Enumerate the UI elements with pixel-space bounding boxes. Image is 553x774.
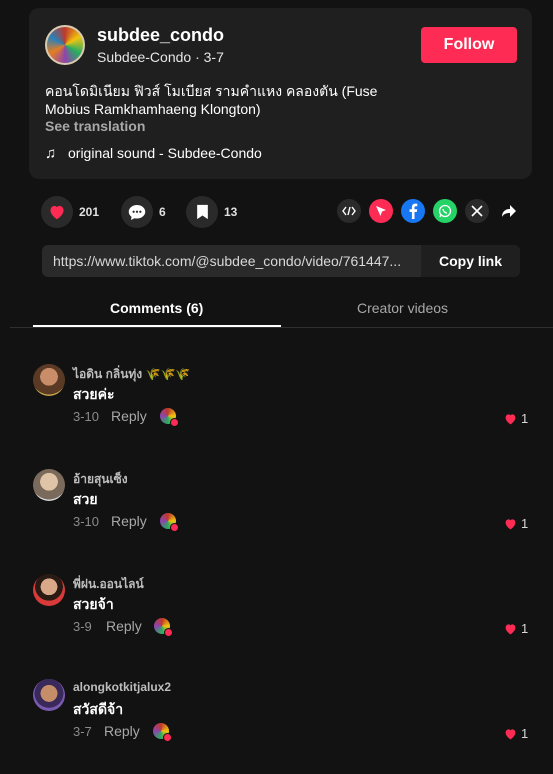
embed-icon[interactable] xyxy=(337,199,361,223)
follow-button[interactable]: Follow xyxy=(421,27,517,63)
creator-username[interactable]: subdee_condo xyxy=(97,25,224,46)
comment-text: สวยค่ะ xyxy=(73,386,115,402)
comment-date: 3-7 xyxy=(73,724,92,739)
comment-like-count: 1 xyxy=(521,726,529,741)
copy-link-button[interactable]: Copy link xyxy=(421,245,520,277)
video-link-box: https://www.tiktok.com/@subdee_condo/vid… xyxy=(42,245,520,277)
heart-badge-icon xyxy=(163,733,172,742)
comment-date: 3-9 xyxy=(73,619,92,634)
like-count: 201 xyxy=(79,205,100,219)
reply-button[interactable]: Reply xyxy=(111,513,147,529)
save-count: 13 xyxy=(224,205,238,219)
bookmark-icon xyxy=(196,204,208,220)
share-arrow-icon[interactable] xyxy=(497,199,521,223)
music-note-icon: ♫ xyxy=(45,145,57,162)
heart-icon xyxy=(505,728,516,739)
heart-icon xyxy=(505,518,516,529)
creator-subline: Subdee-Condo · 3-7 xyxy=(97,49,224,65)
commenter-name[interactable]: ไอดิน กลิ่นทุ่ง 🌾🌾🌾 xyxy=(73,365,190,384)
heart-icon xyxy=(505,413,516,424)
commenter-avatar[interactable] xyxy=(33,469,65,501)
comment-count: 6 xyxy=(159,205,166,219)
reply-button[interactable]: Reply xyxy=(106,618,142,634)
whatsapp-icon[interactable] xyxy=(433,199,457,223)
comment-item: ไอดิน กลิ่นทุ่ง 🌾🌾🌾 สวยค่ะ 3-10 Reply 1 xyxy=(0,364,553,464)
commenter-avatar[interactable] xyxy=(33,364,65,396)
tab-creator-videos[interactable]: Creator videos xyxy=(357,300,448,316)
tab-comments[interactable]: Comments (6) xyxy=(110,300,203,316)
comment-action[interactable]: 6 xyxy=(121,196,166,228)
creator-liked-avatar xyxy=(154,618,173,637)
comment-item: alongkotkitjalux2 สวัสดีจ้า 3-7 Reply 1 xyxy=(0,679,553,774)
video-description: คอนโดมิเนียม ฟิวส์ โมเบียส รามคำแหง คลอง… xyxy=(45,83,378,117)
comment-like-button[interactable]: 1 xyxy=(504,516,528,531)
commenter-avatar[interactable] xyxy=(33,574,65,606)
comment-like-button[interactable]: 1 xyxy=(504,411,528,426)
x-icon[interactable] xyxy=(465,199,489,223)
comment-like-count: 1 xyxy=(521,411,529,426)
facebook-icon[interactable] xyxy=(401,199,425,223)
comment-text: สวัสดีจ้า xyxy=(73,701,124,717)
comment-date: 3-10 xyxy=(73,409,100,424)
comment-date: 3-10 xyxy=(73,514,100,529)
heart-icon xyxy=(505,623,516,634)
save-button[interactable] xyxy=(186,196,218,228)
comment-button[interactable] xyxy=(121,196,153,228)
see-translation-link[interactable]: See translation xyxy=(45,118,145,134)
comment-bubble-icon xyxy=(128,204,146,220)
like-action[interactable]: 201 xyxy=(41,196,99,228)
creator-avatar[interactable] xyxy=(45,25,85,65)
original-sound-link[interactable]: original sound - Subdee-Condo xyxy=(68,145,262,161)
heart-icon xyxy=(50,205,64,220)
comment-like-button[interactable]: 1 xyxy=(504,621,528,636)
tab-divider xyxy=(10,327,553,328)
creator-liked-avatar xyxy=(153,723,172,742)
save-action[interactable]: 13 xyxy=(186,196,237,228)
send-to-friends-icon[interactable] xyxy=(369,199,393,223)
video-link-url: https://www.tiktok.com/@subdee_condo/vid… xyxy=(53,253,402,269)
comment-like-count: 1 xyxy=(521,516,529,531)
like-button[interactable] xyxy=(41,196,73,228)
video-info-panel: subdee_condo Subdee-Condo · 3-7 Follow ค… xyxy=(29,8,532,179)
heart-badge-icon xyxy=(164,628,173,637)
commenter-avatar[interactable] xyxy=(33,679,65,711)
heart-badge-icon xyxy=(170,523,179,532)
creator-liked-avatar xyxy=(160,408,179,427)
commenter-name[interactable]: พี่ฝน.ออนไลน์ xyxy=(73,575,144,594)
comment-text: สวยจ้า xyxy=(73,596,114,612)
comment-item: พี่ฝน.ออนไลน์ สวยจ้า 3-9 Reply 1 xyxy=(0,574,553,674)
reply-button[interactable]: Reply xyxy=(104,723,140,739)
creator-liked-avatar xyxy=(160,513,179,532)
comment-like-button[interactable]: 1 xyxy=(504,726,528,741)
commenter-name[interactable]: alongkotkitjalux2 xyxy=(73,680,171,694)
commenter-name[interactable]: อ้ายสุนเซ็ง xyxy=(73,470,128,489)
heart-badge-icon xyxy=(170,418,179,427)
comment-text: สวย xyxy=(73,491,98,507)
comment-item: อ้ายสุนเซ็ง สวย 3-10 Reply 1 xyxy=(0,469,553,569)
comment-like-count: 1 xyxy=(521,621,529,636)
reply-button[interactable]: Reply xyxy=(111,408,147,424)
